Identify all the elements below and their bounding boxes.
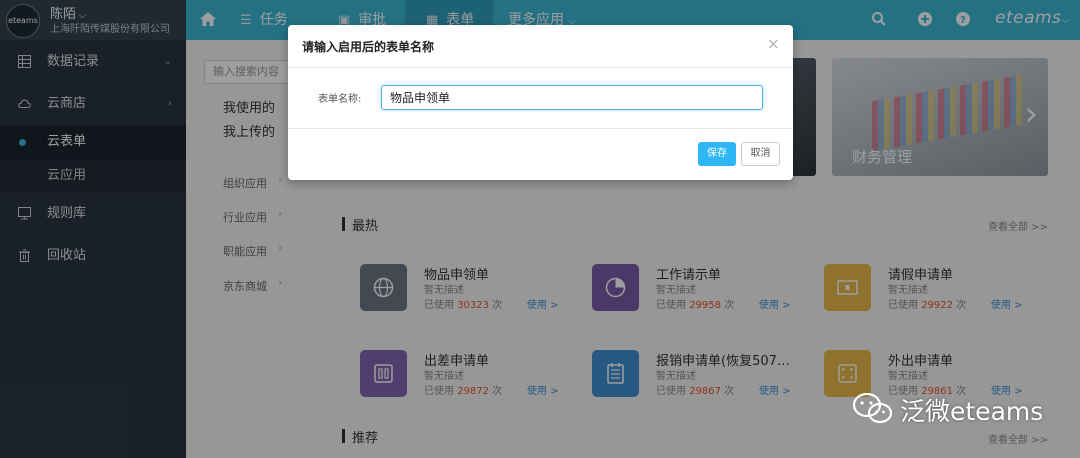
save-button[interactable]: 保存 bbox=[698, 142, 736, 166]
form-name-label: 表单名称: bbox=[318, 94, 362, 105]
wechat-icon bbox=[852, 392, 893, 424]
close-icon[interactable]: × bbox=[767, 34, 780, 53]
divider bbox=[288, 128, 793, 129]
watermark-text: 泛微eteams bbox=[900, 397, 1044, 426]
dialog-title: 请输入启用后的表单名称 bbox=[302, 40, 435, 54]
divider bbox=[288, 67, 793, 68]
form-name-dialog: 请输入启用后的表单名称 × 表单名称: 保存 取消 bbox=[288, 25, 793, 180]
cancel-button[interactable]: 取消 bbox=[741, 142, 780, 166]
form-name-input[interactable] bbox=[381, 85, 763, 110]
